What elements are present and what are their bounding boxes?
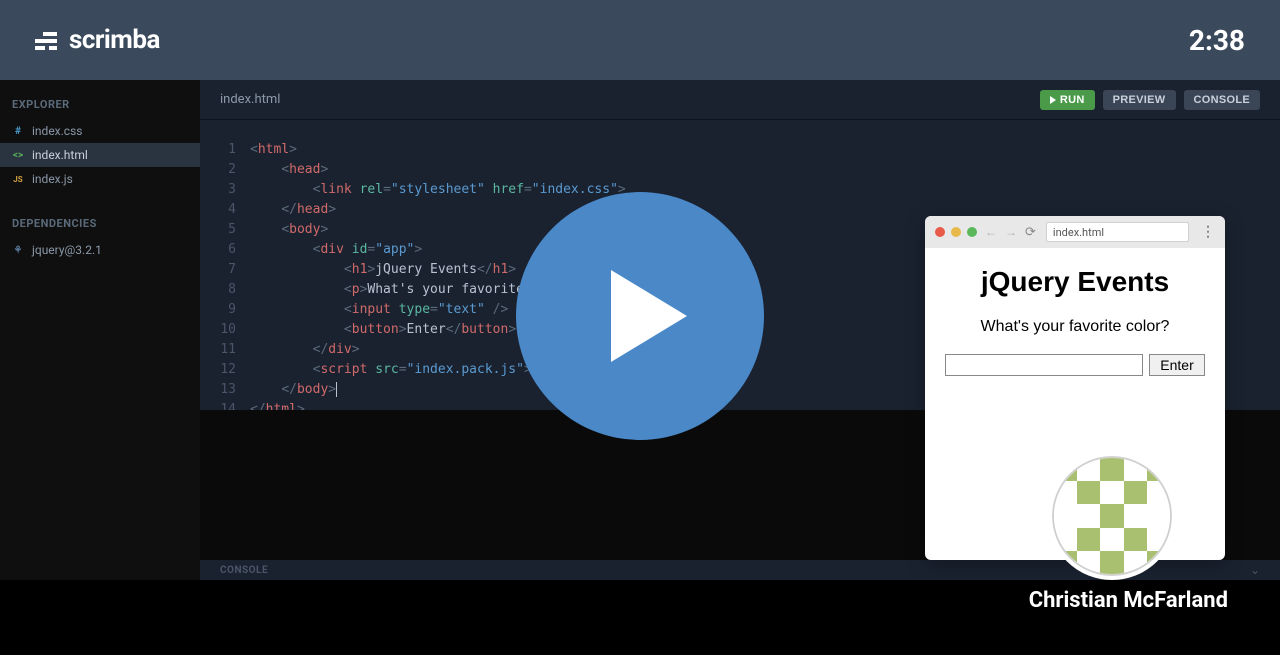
dependency-item[interactable]: ⚘ jquery@3.2.1 xyxy=(0,238,200,262)
timestamp: 2:38 xyxy=(1189,24,1245,57)
avatar[interactable] xyxy=(1048,452,1176,580)
url-bar[interactable]: index.html xyxy=(1046,222,1189,242)
sidebar: EXPLORER # index.css <> index.html JS in… xyxy=(0,80,200,655)
dependencies-heading: DEPENDENCIES xyxy=(0,209,200,238)
file-label: index.js xyxy=(32,172,73,186)
minimize-icon[interactable] xyxy=(951,227,961,237)
preview-button[interactable]: PREVIEW xyxy=(1103,90,1176,110)
file-label: index.html xyxy=(32,148,88,162)
preview-content: jQuery Events What's your favorite color… xyxy=(925,248,1225,394)
logo-icon xyxy=(35,30,59,50)
dependency-label: jquery@3.2.1 xyxy=(32,243,102,257)
code-icon: <> xyxy=(12,149,24,161)
preview-titlebar: ← → ⟳ index.html ⋮ xyxy=(925,216,1225,248)
js-icon: JS xyxy=(12,173,24,185)
run-button[interactable]: RUN xyxy=(1040,90,1095,110)
run-label: RUN xyxy=(1060,94,1085,106)
logo[interactable]: scrimba xyxy=(35,25,160,55)
url-text: index.html xyxy=(1053,226,1104,239)
forward-icon[interactable]: → xyxy=(1005,225,1017,239)
play-button[interactable] xyxy=(516,192,764,440)
preview-subtext: What's your favorite color? xyxy=(945,318,1205,336)
chevron-down-icon[interactable]: ⌄ xyxy=(1250,563,1260,577)
back-icon[interactable]: ← xyxy=(985,225,997,239)
console-label: CONSOLE xyxy=(220,565,268,576)
editor-toolbar: index.html RUN PREVIEW CONSOLE xyxy=(200,80,1280,120)
editor-filename: index.html xyxy=(220,92,280,107)
play-icon xyxy=(611,270,687,362)
play-icon xyxy=(1050,96,1056,104)
avatar-image xyxy=(1052,456,1172,576)
console-button[interactable]: CONSOLE xyxy=(1184,90,1261,110)
maximize-icon[interactable] xyxy=(967,227,977,237)
close-icon[interactable] xyxy=(935,227,945,237)
header: scrimba 2:38 xyxy=(0,0,1280,80)
preview-input[interactable] xyxy=(945,354,1143,376)
menu-dots-icon[interactable]: ⋮ xyxy=(1201,224,1215,240)
dependency-icon: ⚘ xyxy=(12,244,24,256)
explorer-heading: EXPLORER xyxy=(0,90,200,119)
preview-controls: Enter xyxy=(945,354,1205,376)
file-item-css[interactable]: # index.css xyxy=(0,119,200,143)
logo-text: scrimba xyxy=(69,25,160,55)
author-name: Christian McFarland xyxy=(1029,588,1228,613)
reload-icon[interactable]: ⟳ xyxy=(1025,225,1036,240)
file-label: index.css xyxy=(32,124,82,138)
preview-heading: jQuery Events xyxy=(945,266,1205,298)
hash-icon: # xyxy=(12,125,24,137)
preview-enter-button[interactable]: Enter xyxy=(1149,354,1204,376)
editor-actions: RUN PREVIEW CONSOLE xyxy=(1040,90,1260,110)
file-item-js[interactable]: JS index.js xyxy=(0,167,200,191)
file-item-html[interactable]: <> index.html xyxy=(0,143,200,167)
